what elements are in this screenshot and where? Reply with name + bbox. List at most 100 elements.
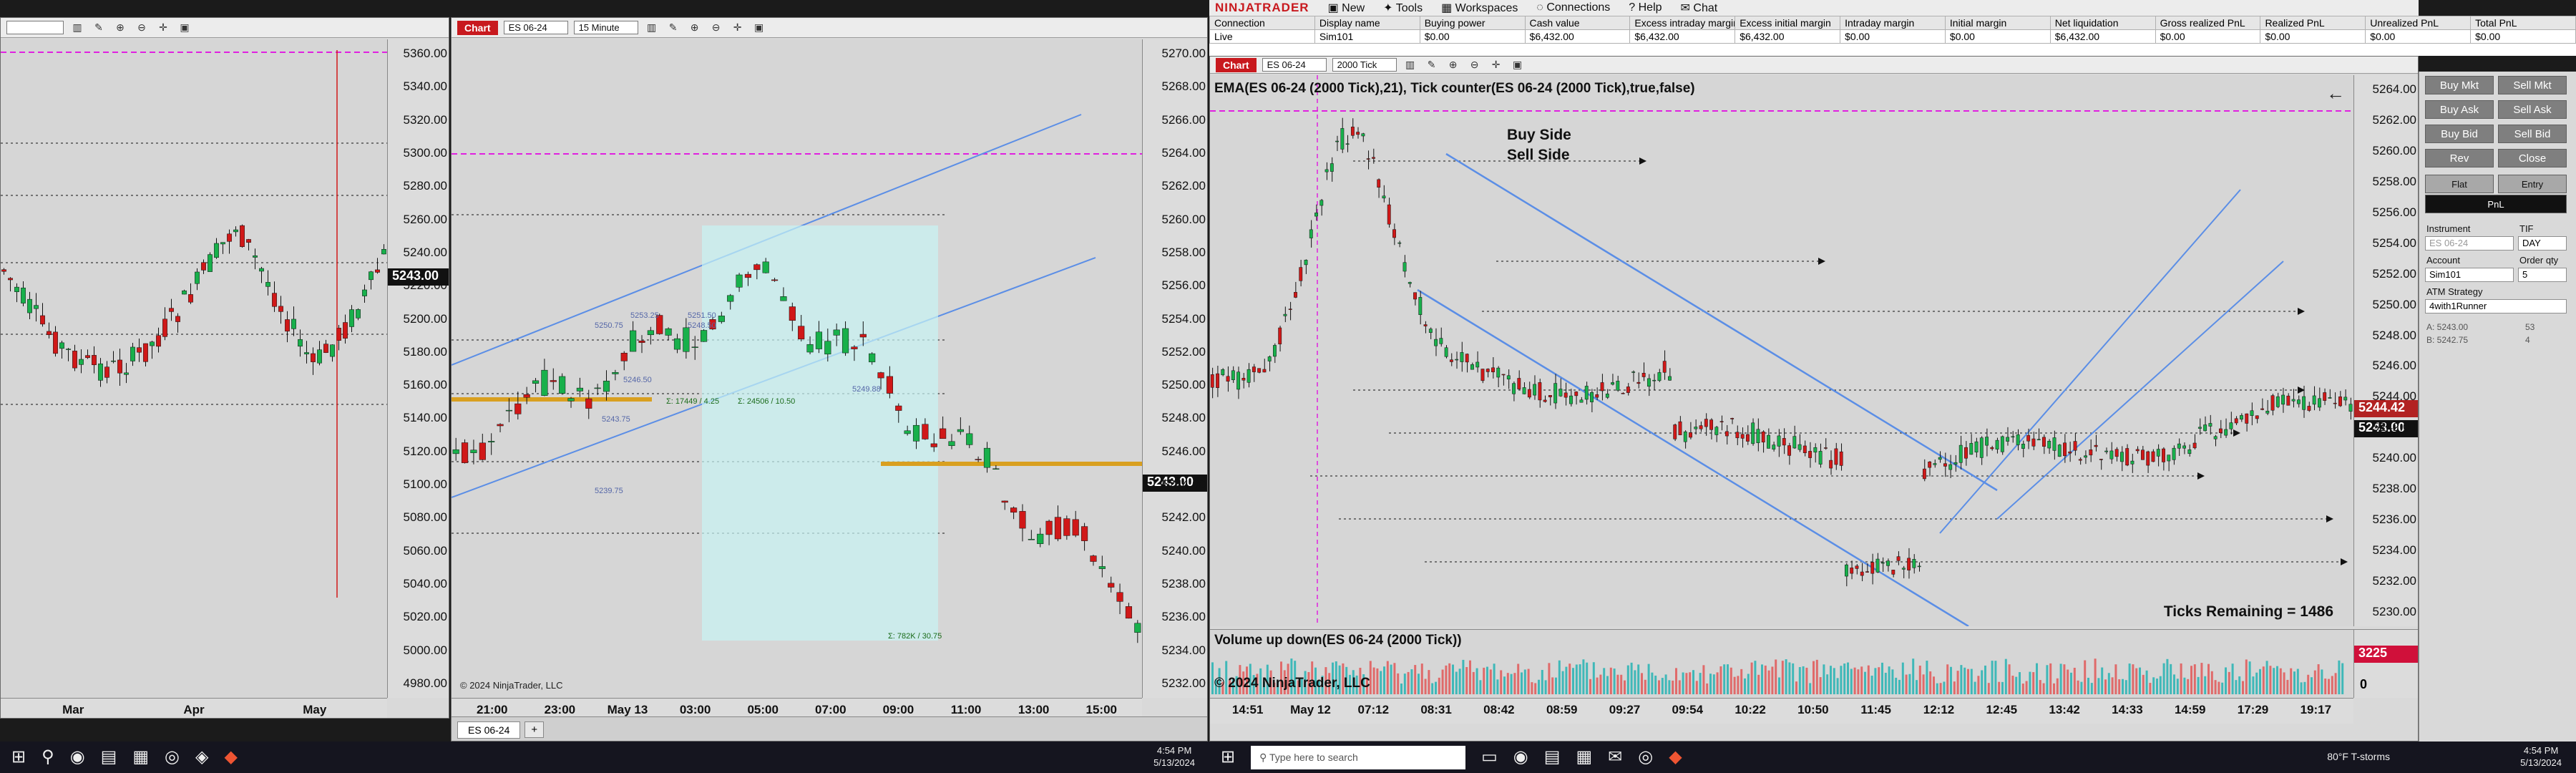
account-select[interactable]: Sim101 <box>2425 268 2514 282</box>
accounts-header-cell[interactable]: Cash value <box>1524 16 1631 30</box>
store-icon[interactable]: ▦ <box>1576 742 1592 773</box>
intraday-chart-plot[interactable]: 5253.25 5251.50 5250.75 5248.50 5246.50 5243.… <box>452 39 1142 698</box>
windows-start-icon[interactable]: ⊞ <box>11 742 26 773</box>
accounts-header-cell[interactable]: Unrealized PnL <box>2365 16 2472 30</box>
bar-icon[interactable]: ▥ <box>69 21 85 34</box>
file-explorer-icon[interactable]: ▤ <box>1544 742 1561 773</box>
tif-select[interactable]: DAY <box>2518 236 2567 251</box>
accounts-header-cell[interactable]: Connection <box>1209 16 1315 30</box>
accounts-header-cell[interactable]: Excess intraday margin <box>1629 16 1736 30</box>
store-icon[interactable]: ▦ <box>132 742 149 773</box>
menu-tools[interactable]: ✦ Tools <box>1383 1 1423 15</box>
instrument-field[interactable]: ES 06-24 <box>2425 236 2514 251</box>
daily-price-axis[interactable]: 5243.00 5360.00 5340.00 5320.00 5300.00 5280… <box>387 39 449 698</box>
tick-price-axis[interactable]: 5244.42 5243.00 5264.00 5262.00 5260.00 525… <box>2353 75 2418 626</box>
buy-bid-button[interactable]: Buy Bid <box>2425 125 2494 143</box>
menu-chat[interactable]: ✉ Chat <box>1681 1 1718 15</box>
back-arrow-icon[interactable]: ← <box>2326 82 2345 104</box>
sell-bid-button[interactable]: Sell Bid <box>2498 125 2567 143</box>
properties-icon[interactable]: ▣ <box>751 21 767 34</box>
edge-browser-icon[interactable]: ◉ <box>70 742 85 773</box>
interval-select[interactable]: 2000 Tick <box>1332 58 1397 72</box>
accounts-header-cell[interactable]: Total PnL <box>2470 16 2576 30</box>
windows-start-icon[interactable]: ⊞ <box>1221 742 1235 773</box>
chrome-icon[interactable]: ◎ <box>1638 742 1653 773</box>
reverse-button[interactable]: Rev <box>2425 149 2494 167</box>
menu-new[interactable]: ▣ New <box>1328 1 1365 15</box>
menu-help[interactable]: ? Help <box>1629 1 1662 14</box>
daily-instrument-select[interactable] <box>6 21 64 34</box>
weather-widget[interactable]: 80°F T-storms <box>2327 751 2390 762</box>
app-icon[interactable]: ◈ <box>195 742 208 773</box>
draw-icon[interactable]: ✎ <box>665 21 681 34</box>
trend-channel-line <box>1417 288 1969 626</box>
volume-bar <box>2135 668 2138 694</box>
volume-panel[interactable]: Volume up down(ES 06-24 (2000 Tick)) © 2… <box>1210 629 2353 698</box>
candle-body <box>1402 262 1407 272</box>
draw-icon[interactable]: ✎ <box>91 21 107 34</box>
chart-menu-button[interactable]: Chart <box>1216 57 1257 72</box>
tick-chart-plot[interactable]: EMA(ES 06-24 (2000 Tick),21), Tick count… <box>1210 75 2353 626</box>
crosshair-icon[interactable]: ✛ <box>730 21 746 34</box>
sell-ask-button[interactable]: Sell Ask <box>2498 100 2567 119</box>
candle-body <box>21 287 26 303</box>
volume-bar <box>1390 664 1392 694</box>
bar-icon[interactable]: ▥ <box>1402 59 1418 71</box>
instrument-select[interactable]: ES 06-24 <box>503 21 568 34</box>
accounts-header-cell[interactable]: Display name <box>1314 16 1420 30</box>
mail-icon[interactable]: ✉ <box>1608 742 1622 773</box>
accounts-header-cell[interactable]: Excess initial margin <box>1735 16 1841 30</box>
task-view-icon[interactable]: ▭ <box>1481 742 1498 773</box>
chart-tab-es[interactable]: ES 06-24 <box>457 721 521 739</box>
accounts-header-cell[interactable]: Net liquidation <box>2049 16 2156 30</box>
bar-icon[interactable]: ▥ <box>644 21 660 34</box>
close-button[interactable]: Close <box>2498 149 2567 167</box>
add-tab-button[interactable]: + <box>525 721 545 738</box>
instrument-select[interactable]: ES 06-24 <box>1262 58 1327 72</box>
zoom-out-icon[interactable]: ⊖ <box>134 21 150 34</box>
accounts-header-cell[interactable]: Initial margin <box>1944 16 2051 30</box>
file-explorer-icon[interactable]: ▤ <box>101 742 117 773</box>
accounts-header-cell[interactable]: Realized PnL <box>2260 16 2366 30</box>
ninjatrader-icon[interactable]: ◆ <box>1669 742 1682 773</box>
quantity-field[interactable]: 5 <box>2518 268 2567 282</box>
accounts-header-cell[interactable]: Intraday margin <box>1840 16 1946 30</box>
draw-icon[interactable]: ✎ <box>1424 59 1440 71</box>
zoom-out-icon[interactable]: ⊖ <box>1467 59 1483 71</box>
taskbar-clock-right[interactable]: 4:54 PM 5/13/2024 <box>2520 744 2562 769</box>
menu-workspaces[interactable]: ▦ Workspaces <box>1441 1 1518 15</box>
chart-menu-button[interactable]: Chart <box>457 20 498 35</box>
zoom-out-icon[interactable]: ⊖ <box>708 21 724 34</box>
ninjatrader-icon[interactable]: ◆ <box>224 742 237 773</box>
buy-market-button[interactable]: Buy Mkt <box>2425 76 2494 94</box>
taskbar-search-box[interactable]: ⚲ Type here to search <box>1251 745 1466 769</box>
accounts-data-row[interactable]: Live Sim101 $0.00 $6,432.00 $6,432.00 $6,432.… <box>1209 29 2576 44</box>
chrome-icon[interactable]: ◎ <box>165 742 180 773</box>
candle-body <box>1558 389 1563 397</box>
buy-ask-button[interactable]: Buy Ask <box>2425 100 2494 119</box>
menu-connections[interactable]: ◌ Connections <box>1536 1 1610 14</box>
volume-bar <box>2341 663 2344 694</box>
accounts-header-cell[interactable]: Gross realized PnL <box>2155 16 2261 30</box>
search-icon[interactable]: ⚲ <box>42 742 54 773</box>
chat-icon: ✉ <box>1680 2 1694 14</box>
crosshair-icon[interactable]: ✛ <box>155 21 171 34</box>
atm-strategy-select[interactable]: 4with1Runner <box>2425 299 2567 313</box>
zoom-in-icon[interactable]: ⊕ <box>112 21 128 34</box>
crosshair-icon[interactable]: ✛ <box>1488 59 1504 71</box>
zoom-in-icon[interactable]: ⊕ <box>687 21 703 34</box>
volume-bar <box>2331 676 2333 694</box>
accounts-table: Connection Display name Buying power Cash v… <box>1209 16 2576 44</box>
zoom-in-icon[interactable]: ⊕ <box>1445 59 1461 71</box>
edge-browser-icon[interactable]: ◉ <box>1513 742 1528 773</box>
volume-bar <box>1424 679 1427 694</box>
daily-chart-plot[interactable] <box>1 39 387 698</box>
sell-market-button[interactable]: Sell Mkt <box>2498 76 2567 94</box>
intraday-price-axis[interactable]: 5243.00 5270.00 5268.00 5266.00 5264.00 5262… <box>1142 39 1207 698</box>
properties-icon[interactable]: ▣ <box>1510 59 1526 71</box>
interval-select[interactable]: 15 Minute <box>573 21 638 34</box>
taskbar-clock-left[interactable]: 4:54 PM 5/13/2024 <box>1153 744 1195 769</box>
candle-body <box>66 349 71 350</box>
properties-icon[interactable]: ▣ <box>177 21 192 34</box>
accounts-header-cell[interactable]: Buying power <box>1419 16 1526 30</box>
